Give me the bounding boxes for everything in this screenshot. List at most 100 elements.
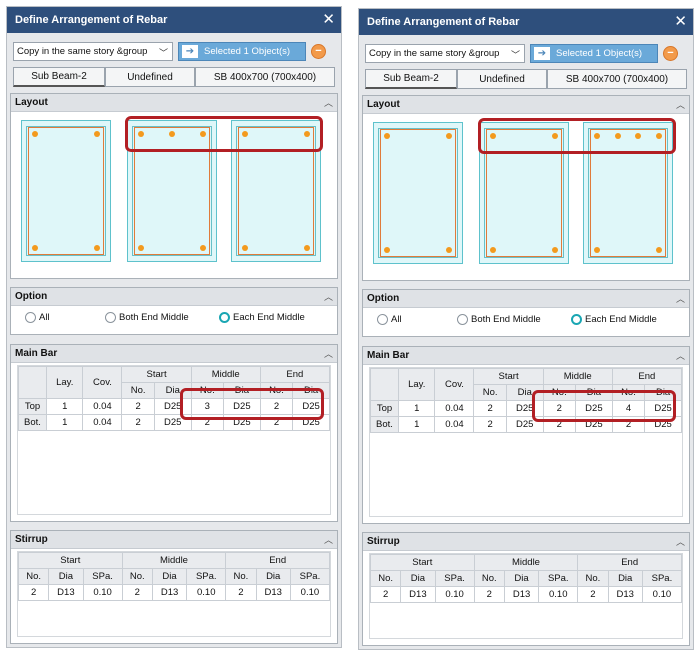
option-header[interactable]: Option ︿: [363, 290, 689, 308]
radio-each-end-middle[interactable]: Each End Middle: [219, 311, 305, 323]
cell[interactable]: 2: [225, 584, 257, 601]
radio-both-end-middle[interactable]: Both End Middle: [457, 313, 571, 325]
cell[interactable]: 2: [473, 416, 507, 433]
selected-objects-label: Selected 1 Object(s): [556, 47, 643, 59]
arrow-right-icon: ➔: [534, 46, 550, 60]
layout-section: Layout ︿: [362, 95, 690, 281]
radio-circle[interactable]: [105, 311, 116, 323]
radio-circle[interactable]: [25, 311, 36, 323]
collapse-icon[interactable]: ︿: [324, 96, 333, 109]
stirrup-header[interactable]: Stirrup ︿: [363, 533, 689, 551]
cell[interactable]: 1: [45, 398, 84, 415]
cell[interactable]: D13: [255, 584, 291, 601]
cell[interactable]: 0.04: [434, 400, 475, 417]
collapse-icon[interactable]: ︿: [324, 533, 333, 546]
collapse-icon[interactable]: ︿: [676, 292, 685, 305]
radio-circle[interactable]: [571, 313, 582, 325]
collapse-icon[interactable]: ︿: [324, 290, 333, 303]
radio-circle[interactable]: [219, 311, 230, 323]
cell[interactable]: 0.10: [82, 584, 123, 601]
main-bar-section: Main Bar ︿ Lay. Cov. Start Middle End No…: [10, 344, 338, 522]
radio-all[interactable]: All: [377, 313, 457, 325]
cell[interactable]: 0.10: [434, 586, 475, 603]
radio-both-end-middle[interactable]: Both End Middle: [105, 311, 219, 323]
layout-header[interactable]: Layout ︿: [11, 94, 337, 112]
copy-option-dropdown[interactable]: Copy in the same story &group ﹀: [13, 41, 173, 61]
selected-objects-button[interactable]: ➔ Selected 1 Object(s): [530, 43, 658, 63]
main-bar-header[interactable]: Main Bar ︿: [363, 347, 689, 365]
col-middle: Middle: [121, 552, 227, 569]
tab-member-name[interactable]: Sub Beam-2: [13, 67, 105, 87]
col-spa: SPa.: [289, 568, 331, 585]
tab-section-size[interactable]: SB 400x700 (700x400): [547, 69, 687, 89]
main-bar-grid-area: Lay. Cov. Start Middle End No. Dia No. D…: [17, 365, 331, 515]
option-header[interactable]: Option ︿: [11, 288, 337, 306]
cell[interactable]: 2: [17, 584, 50, 601]
cell[interactable]: 2: [577, 586, 609, 603]
cell[interactable]: D13: [503, 586, 540, 603]
col-no: No.: [369, 570, 402, 587]
cell[interactable]: 2: [473, 586, 505, 603]
cell[interactable]: 0.10: [289, 584, 331, 601]
stirrup-title: Stirrup: [367, 536, 400, 547]
cell[interactable]: 0.10: [641, 586, 683, 603]
main-bar-section: Main Bar ︿ Lay. Cov. Start Middle End No…: [362, 346, 690, 524]
remove-icon[interactable]: −: [311, 43, 326, 59]
cell[interactable]: D13: [151, 584, 188, 601]
radio-circle[interactable]: [377, 313, 388, 325]
radio-each-end-middle[interactable]: Each End Middle: [571, 313, 657, 325]
tab-member-name[interactable]: Sub Beam-2: [365, 69, 457, 89]
tab-section-size[interactable]: SB 400x700 (700x400): [195, 67, 335, 87]
cell[interactable]: D13: [607, 586, 643, 603]
cell[interactable]: 0.04: [434, 416, 475, 433]
close-icon[interactable]: ✕: [322, 10, 335, 28]
col-dia: Dia: [503, 570, 540, 587]
collapse-icon[interactable]: ︿: [676, 535, 685, 548]
option-title: Option: [367, 293, 400, 304]
stirrup-header[interactable]: Stirrup ︿: [11, 531, 337, 549]
row-label: Bot.: [18, 414, 47, 431]
collapse-icon[interactable]: ︿: [676, 349, 685, 362]
remove-icon[interactable]: −: [663, 45, 678, 61]
cell[interactable]: 2: [369, 586, 402, 603]
option-title: Option: [15, 291, 48, 302]
cell[interactable]: 0.10: [538, 586, 579, 603]
selected-objects-button[interactable]: ➔ Selected 1 Object(s): [178, 41, 306, 61]
copy-option-value: Copy in the same story &group: [17, 45, 148, 57]
cell[interactable]: 0.04: [82, 398, 123, 415]
selected-objects-label: Selected 1 Object(s): [204, 45, 291, 57]
collapse-icon[interactable]: ︿: [676, 98, 685, 111]
cell[interactable]: D13: [48, 584, 84, 601]
radio-all[interactable]: All: [25, 311, 105, 323]
cell[interactable]: 1: [397, 416, 436, 433]
main-bar-header[interactable]: Main Bar ︿: [11, 345, 337, 363]
cell[interactable]: D13: [400, 586, 436, 603]
cell[interactable]: 2: [121, 584, 153, 601]
cell[interactable]: 2: [473, 400, 507, 417]
stirrup-table: Start Middle End No. Dia SPa. No. Dia SP…: [369, 554, 683, 603]
layout-header[interactable]: Layout ︿: [363, 96, 689, 114]
copy-option-dropdown[interactable]: Copy in the same story &group ﹀: [365, 43, 525, 63]
cell[interactable]: 0.04: [82, 414, 123, 431]
cell[interactable]: 2: [121, 414, 155, 431]
col-no: No.: [473, 384, 507, 401]
chevron-down-icon: ﹀: [158, 47, 168, 58]
col-dia: Dia: [607, 570, 643, 587]
cell[interactable]: 1: [45, 414, 84, 431]
main-bar-title: Main Bar: [367, 350, 410, 361]
radio-label: All: [391, 313, 402, 325]
cell[interactable]: 2: [121, 398, 155, 415]
col-spa: SPa.: [82, 568, 123, 585]
cell[interactable]: 0.10: [186, 584, 227, 601]
tab-member-type[interactable]: Undefined: [457, 69, 547, 89]
col-no: No.: [121, 568, 153, 585]
cell[interactable]: 1: [397, 400, 436, 417]
close-icon[interactable]: ✕: [674, 12, 687, 30]
radio-label: Both End Middle: [471, 313, 541, 325]
highlight-box: [532, 390, 676, 422]
radio-circle[interactable]: [457, 313, 468, 325]
stirrup-title: Stirrup: [15, 534, 48, 545]
collapse-icon[interactable]: ︿: [324, 347, 333, 360]
top-rebar: [94, 131, 100, 137]
tab-member-type[interactable]: Undefined: [105, 67, 195, 87]
